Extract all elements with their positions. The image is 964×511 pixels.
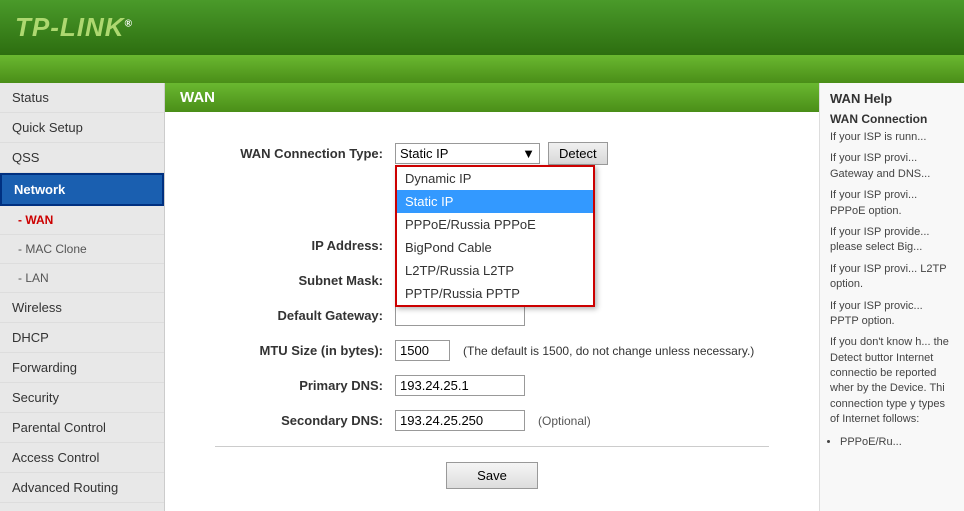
secondary-dns-input[interactable]: [395, 410, 525, 431]
sidebar-item-advanced-routing[interactable]: Advanced Routing: [0, 473, 164, 503]
sidebar-item-status[interactable]: Status: [0, 83, 164, 113]
mtu-note: (The default is 1500, do not change unle…: [463, 344, 754, 358]
mtu-control: (The default is 1500, do not change unle…: [395, 340, 754, 361]
connection-type-label: WAN Connection Type:: [195, 146, 395, 161]
mtu-row: MTU Size (in bytes): (The default is 150…: [195, 340, 789, 361]
primary-dns-control: [395, 375, 525, 396]
secondary-dns-optional: (Optional): [538, 414, 591, 428]
help-para-5: If your ISP provi... L2TP option.: [830, 262, 954, 293]
logo-text: TP-LINK: [15, 12, 125, 42]
dropdown-option-static-ip[interactable]: Static IP: [397, 190, 593, 213]
ip-address-label: IP Address:: [195, 238, 395, 253]
primary-dns-label: Primary DNS:: [195, 378, 395, 393]
sidebar-item-parental-control[interactable]: Parental Control: [0, 413, 164, 443]
help-para-1: If your ISP is runn...: [830, 130, 954, 145]
sidebar-item-wan[interactable]: - WAN: [0, 206, 164, 235]
form-area: WAN Connection Type: Static IP ▼ Dynamic…: [165, 132, 819, 499]
mtu-label: MTU Size (in bytes):: [195, 343, 395, 358]
main-content: WAN WAN Connection Type: Static IP ▼ Dyn…: [165, 83, 819, 511]
sidebar-item-security[interactable]: Security: [0, 383, 164, 413]
help-title: WAN Help: [830, 91, 954, 106]
secondary-dns-label: Secondary DNS:: [195, 413, 395, 428]
dropdown-option-pptp[interactable]: PPTP/Russia PPTP: [397, 282, 593, 305]
connection-type-dropdown-container: Static IP ▼ Dynamic IP Static IP PPPoE/R…: [395, 143, 540, 164]
dropdown-arrow-icon: ▼: [522, 146, 535, 161]
sidebar-item-forwarding[interactable]: Forwarding: [0, 353, 164, 383]
help-para-4: If your ISP provide... please select Big…: [830, 225, 954, 256]
sidebar: Status Quick Setup QSS Network - WAN - M…: [0, 83, 165, 511]
primary-dns-row: Primary DNS:: [195, 375, 789, 396]
help-subtitle: WAN Connection: [830, 112, 954, 126]
sidebar-item-lan[interactable]: - LAN: [0, 264, 164, 293]
connection-type-value: Static IP: [400, 146, 522, 161]
secondary-dns-control: (Optional): [395, 410, 591, 431]
help-para-3: If your ISP provi... PPPoE option.: [830, 188, 954, 219]
logo: TP-LINK®: [15, 12, 133, 43]
sidebar-item-dhcp[interactable]: DHCP: [0, 323, 164, 353]
default-gateway-row: Default Gateway:: [195, 305, 789, 326]
help-para-6: If your ISP provic... PPTP option.: [830, 299, 954, 330]
form-divider: [215, 446, 769, 447]
save-row: Save: [195, 462, 789, 489]
primary-dns-input[interactable]: [395, 375, 525, 396]
sidebar-item-network[interactable]: Network: [0, 173, 164, 206]
sidebar-item-access-control[interactable]: Access Control: [0, 443, 164, 473]
secondary-dns-row: Secondary DNS: (Optional): [195, 410, 789, 431]
help-list: PPPoE/Ru...: [840, 434, 954, 451]
sidebar-item-wireless[interactable]: Wireless: [0, 293, 164, 323]
default-gateway-label: Default Gateway:: [195, 308, 395, 323]
sidebar-item-mac-clone[interactable]: - MAC Clone: [0, 235, 164, 264]
help-para-2: If your ISP provi... Gateway and DNS...: [830, 151, 954, 182]
dropdown-option-bigpond[interactable]: BigPond Cable: [397, 236, 593, 259]
sidebar-item-bandwidth-control[interactable]: Bandwidth Control: [0, 503, 164, 511]
layout: Status Quick Setup QSS Network - WAN - M…: [0, 83, 964, 511]
section-title: WAN: [165, 83, 819, 112]
connection-type-select[interactable]: Static IP ▼: [395, 143, 540, 164]
dropdown-option-l2tp[interactable]: L2TP/Russia L2TP: [397, 259, 593, 282]
dropdown-option-dynamic-ip[interactable]: Dynamic IP: [397, 167, 593, 190]
subheader: [0, 55, 964, 83]
help-para-7: If you don't know h... the Detect buttor…: [830, 335, 954, 427]
help-panel: WAN Help WAN Connection If your ISP is r…: [819, 83, 964, 511]
detect-button[interactable]: Detect: [548, 142, 608, 165]
save-button[interactable]: Save: [446, 462, 538, 489]
connection-type-dropdown-list: Dynamic IP Static IP PPPoE/Russia PPPoE …: [395, 165, 595, 307]
sidebar-item-qss[interactable]: QSS: [0, 143, 164, 173]
connection-type-control: Static IP ▼ Dynamic IP Static IP PPPoE/R…: [395, 142, 608, 165]
default-gateway-control: [395, 305, 525, 326]
subnet-mask-label: Subnet Mask:: [195, 273, 395, 288]
connection-type-row: WAN Connection Type: Static IP ▼ Dynamic…: [195, 142, 789, 165]
help-list-item-1: PPPoE/Ru...: [840, 434, 954, 451]
dropdown-option-pppoe[interactable]: PPPoE/Russia PPPoE: [397, 213, 593, 236]
header: TP-LINK®: [0, 0, 964, 55]
default-gateway-input[interactable]: [395, 305, 525, 326]
mtu-input[interactable]: [395, 340, 450, 361]
sidebar-item-quick-setup[interactable]: Quick Setup: [0, 113, 164, 143]
